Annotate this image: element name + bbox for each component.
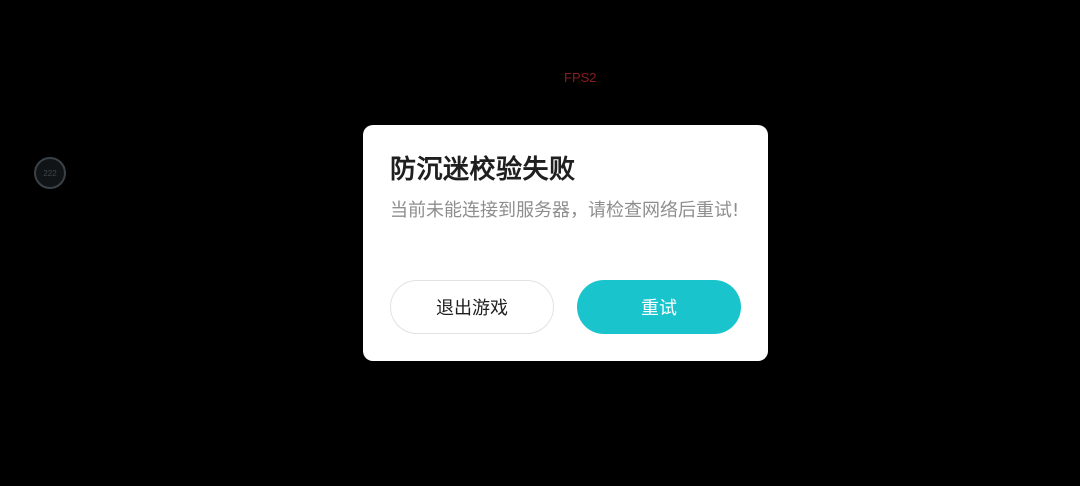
floating-assist-button[interactable]: 222	[34, 157, 66, 189]
retry-button[interactable]: 重试	[577, 280, 741, 334]
dialog-message: 当前未能连接到服务器，请检查网络后重试!	[390, 200, 740, 221]
fps-counter: FPS2	[564, 70, 597, 85]
floating-assist-label: 222	[43, 168, 57, 178]
anti-addiction-dialog: 防沉迷校验失败 当前未能连接到服务器，请检查网络后重试! 退出游戏 重试	[363, 125, 768, 361]
game-screen: FPS2 222 防沉迷校验失败 当前未能连接到服务器，请检查网络后重试! 退出…	[0, 0, 1080, 486]
dialog-actions: 退出游戏 重试	[390, 280, 741, 334]
dialog-title: 防沉迷校验失败	[390, 155, 576, 185]
exit-game-button[interactable]: 退出游戏	[390, 280, 554, 334]
